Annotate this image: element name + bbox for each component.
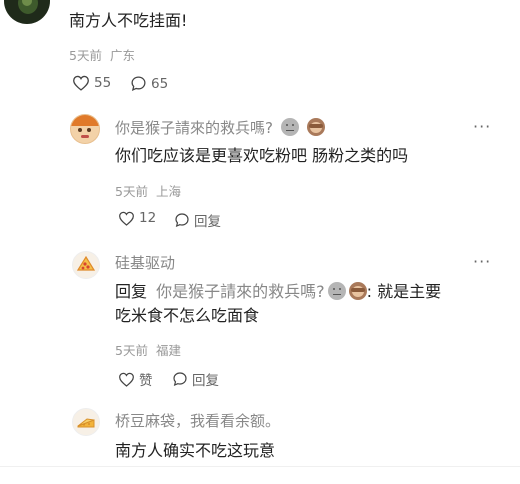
heart-icon xyxy=(119,211,134,226)
reply-text-after: : 就是主要 xyxy=(366,282,442,301)
reply-time: 5天前 xyxy=(115,343,148,358)
reply-label: 回复 xyxy=(194,214,221,230)
see-no-evil-monkey-icon xyxy=(306,118,325,136)
avatar[interactable] xyxy=(70,114,100,144)
reply-meta: 5天前 上海 xyxy=(115,181,181,200)
comment-bubble-icon xyxy=(175,213,189,228)
reply-text: 南方人确实不吃这玩意 xyxy=(115,441,276,460)
reply-location: 上海 xyxy=(155,184,181,199)
comment-time: 5天前 xyxy=(69,48,102,63)
neutral-face-emoji-icon xyxy=(327,282,346,300)
reply-meta: 5天前 福建 xyxy=(115,340,181,359)
more-options-icon[interactable]: ··· xyxy=(473,117,491,136)
comment-button[interactable]: 65 xyxy=(130,75,168,92)
reply-time: 5天前 xyxy=(115,184,148,199)
more-options-icon[interactable]: ··· xyxy=(473,252,491,271)
like-count: 55 xyxy=(94,75,112,91)
comment-bubble-icon xyxy=(173,372,187,387)
like-button[interactable]: 12 xyxy=(118,210,156,226)
reply-button[interactable]: 回复 xyxy=(174,210,221,230)
pizza-icon xyxy=(76,255,96,271)
like-button[interactable]: 55 xyxy=(72,75,111,91)
reply-text: 回复 你是猴子請來的救兵嗎? : 就是主要 xyxy=(115,281,441,303)
reply-label: 回复 xyxy=(192,373,219,389)
like-button[interactable]: 赞 xyxy=(118,369,153,389)
mention-username[interactable]: 你是猴子請來的救兵嗎? xyxy=(156,282,325,301)
avatar[interactable] xyxy=(72,408,100,436)
divider xyxy=(0,466,520,467)
comment-bubble-icon xyxy=(131,76,146,91)
comment-meta: 5天前 广东 xyxy=(69,45,135,64)
reply-username[interactable]: 硅基驱动 xyxy=(115,252,175,273)
comment-text: 南方人不吃挂面! xyxy=(69,11,188,30)
comment-location: 广东 xyxy=(109,48,135,63)
reply-username[interactable]: 桥豆麻袋，我看看余额。 xyxy=(115,410,280,431)
avatar[interactable] xyxy=(72,251,100,279)
reply-username[interactable]: 你是猴子請來的救兵嗎? xyxy=(115,117,325,138)
avatar[interactable] xyxy=(4,0,50,24)
reply-button[interactable]: 回复 xyxy=(172,369,219,389)
see-no-evil-monkey-icon xyxy=(348,282,367,300)
reply-text-line2: 吃米食不怎么吃面食 xyxy=(115,306,260,325)
reply-text: 你们吃应该是更喜欢吃粉吧 肠粉之类的吗 xyxy=(115,146,409,165)
heart-icon xyxy=(119,372,134,387)
reply-location: 福建 xyxy=(155,343,181,358)
like-count: 12 xyxy=(139,210,157,226)
neutral-face-emoji-icon xyxy=(280,118,299,136)
reply-prefix: 回复 xyxy=(115,282,148,301)
comment-count: 65 xyxy=(151,75,169,92)
cheese-icon xyxy=(77,418,95,428)
heart-icon xyxy=(73,75,89,91)
like-label: 赞 xyxy=(139,373,153,389)
